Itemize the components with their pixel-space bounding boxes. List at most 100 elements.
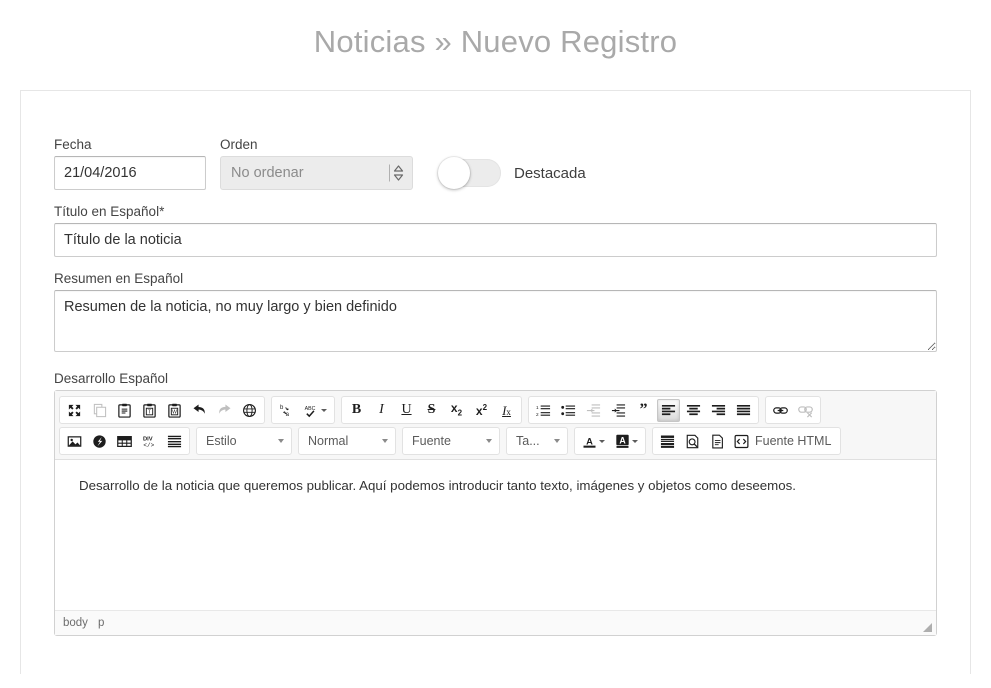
show-blocks-icon[interactable] [656,430,679,453]
editor-resize-grip[interactable] [923,623,932,632]
source-button[interactable]: Fuente HTML [730,430,838,453]
field-fecha: Fecha [54,137,206,190]
toolbar-group-insert: DIV </> [59,427,190,455]
chevron-down-icon [554,439,560,443]
redo-icon [213,399,236,422]
font-combo[interactable]: Fuente [402,427,500,455]
chevron-down-icon [486,439,492,443]
paste-icon[interactable] [113,399,136,422]
format-combo-label: Normal [308,434,349,448]
bulleted-list-icon[interactable] [557,399,580,422]
toolbar-group-clipboard: T W [59,396,265,424]
globe-icon[interactable] [238,399,261,422]
indent-icon[interactable] [607,399,630,422]
elements-path-item-p[interactable]: p [98,617,104,629]
horizontal-rule-icon[interactable] [163,430,186,453]
align-right-icon[interactable] [707,399,730,422]
find-replace-icon[interactable]: b a [275,399,298,422]
link-icon[interactable] [769,399,792,422]
unlink-icon [794,399,817,422]
format-combo[interactable]: Normal [298,427,396,455]
chevron-down-icon [321,408,327,412]
spellcheck-icon[interactable]: ABC [300,399,331,422]
align-left-icon[interactable] [657,398,680,422]
image-icon[interactable] [63,430,86,453]
toolbar-group-paragraph: 1 2 ” [528,396,759,424]
svg-text:b: b [280,405,284,411]
flash-icon[interactable] [88,430,111,453]
field-destacada: Destacada [438,157,586,190]
fontsize-combo-label: Ta... [516,434,540,448]
fontsize-combo[interactable]: Ta... [506,427,568,455]
chevron-down-icon [382,439,388,443]
table-icon[interactable] [113,430,136,453]
form-row-primary: Fecha Orden No ordenar [54,137,937,190]
label-titulo: Título en Español* [54,204,165,219]
elements-path-list: body p [63,617,104,629]
outdent-icon [582,399,605,422]
editor-content-area[interactable]: Desarrollo de la noticia que queremos pu… [55,460,936,610]
form-panel: Fecha Orden No ordenar [20,90,971,674]
source-button-label: Fuente HTML [755,434,832,448]
label-fecha: Fecha [54,137,92,152]
bg-color-icon[interactable]: A [611,430,642,453]
font-combo-label: Fuente [412,434,451,448]
blockquote-icon[interactable]: ” [632,399,655,422]
underline-icon[interactable]: U [395,399,418,422]
chevron-down-icon [599,439,605,443]
toolbar-row-1: T W b a ABC B I U S x2 x2 Ix 1 2 ” [59,396,932,424]
editor-paragraph: Desarrollo de la noticia que queremos pu… [79,478,796,493]
titulo-input[interactable] [54,223,937,257]
label-desarrollo: Desarrollo Español [54,371,169,386]
toolbar-group-tools: Fuente HTML [652,427,842,455]
toolbar-group-links [765,396,821,424]
subscript-icon[interactable]: x2 [445,399,468,422]
label-resumen: Resumen en Español [54,271,184,286]
editor-toolbar: T W b a ABC B I U S x2 x2 Ix 1 2 ” DIV <… [55,391,936,460]
remove-format-icon[interactable]: Ix [495,399,518,422]
copy-icon [88,399,111,422]
label-orden: Orden [220,137,258,152]
align-center-icon[interactable] [682,399,705,422]
destacada-toggle[interactable] [438,157,501,189]
paste-word-icon[interactable]: W [163,399,186,422]
div-container-icon[interactable]: DIV </> [138,430,161,453]
svg-text:1: 1 [536,405,539,410]
svg-text:2: 2 [536,411,539,416]
editor-elements-path: body p [55,610,936,635]
paste-text-icon[interactable]: T [138,399,161,422]
numbered-list-icon[interactable]: 1 2 [532,399,555,422]
maximize-icon[interactable] [63,399,86,422]
preview-icon[interactable] [681,430,704,453]
toolbar-group-basicstyles: B I U S x2 x2 Ix [341,396,522,424]
orden-select-wrap: No ordenar [220,156,413,190]
orden-select[interactable]: No ordenar [220,156,413,190]
toolbar-row-2: DIV </> Estilo Normal Fuente Ta... A A F… [59,427,932,455]
italic-icon[interactable]: I [370,399,393,422]
strike-icon[interactable]: S [420,399,443,422]
resumen-textarea[interactable]: Resumen de la noticia, no muy largo y bi… [54,290,937,352]
page-title: Noticias » Nuevo Registro [313,24,678,59]
svg-text:W: W [172,409,177,415]
fecha-input[interactable] [54,156,206,190]
style-combo[interactable]: Estilo [196,427,292,455]
field-orden: Orden No ordenar [220,137,413,190]
chevron-down-icon [632,439,638,443]
bold-icon[interactable]: B [345,399,368,422]
toolbar-group-colors: A A [574,427,646,455]
svg-text:T: T [148,409,152,415]
superscript-icon[interactable]: x2 [470,399,493,422]
elements-path-item-body[interactable]: body [63,617,88,629]
field-titulo: Título en Español* [54,204,937,257]
toggle-knob [438,157,470,189]
field-resumen: Resumen en Español Resumen de la noticia… [54,271,937,357]
text-color-icon[interactable]: A [578,430,609,453]
svg-text:A: A [586,436,593,446]
svg-text:A: A [619,435,626,445]
chevron-down-icon [278,439,284,443]
svg-text:a: a [286,411,290,417]
undo-icon[interactable] [188,399,211,422]
svg-text:</>: </> [143,442,154,449]
align-justify-icon[interactable] [732,399,755,422]
new-page-icon[interactable] [706,430,729,453]
